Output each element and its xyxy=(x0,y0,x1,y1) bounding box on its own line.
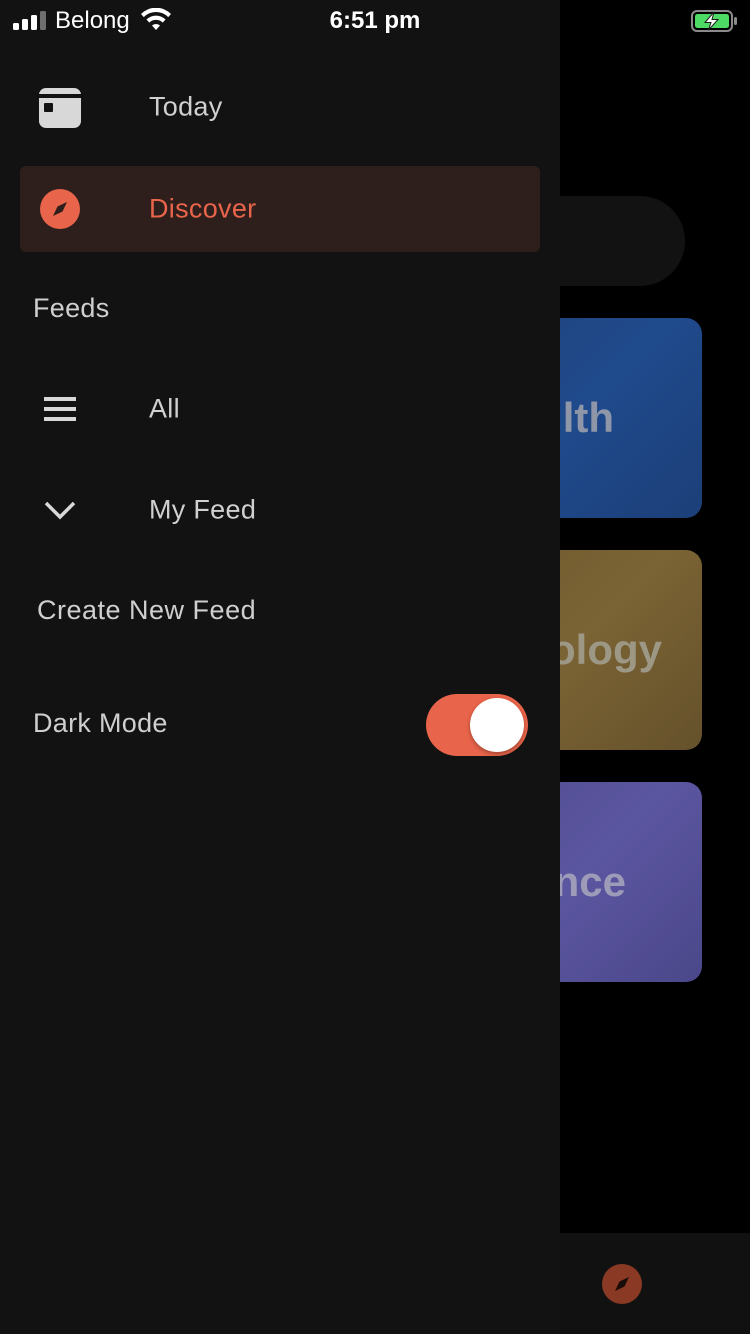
drawer-item-discover[interactable]: Discover xyxy=(20,166,540,252)
drawer-item-today[interactable]: Today xyxy=(20,64,540,150)
battery-charging-icon xyxy=(691,9,739,38)
feeds-section-heading: Feeds xyxy=(33,293,110,323)
drawer-item-my-feed[interactable]: My Feed xyxy=(20,467,540,553)
drawer-item-label: Today xyxy=(149,91,223,122)
navigation-drawer: Today Discover Feeds All My Feed Create … xyxy=(0,0,560,1334)
chevron-down-icon xyxy=(38,488,82,532)
toggle-knob xyxy=(470,698,524,752)
drawer-item-all[interactable]: All xyxy=(20,366,540,452)
menu-icon xyxy=(38,387,82,431)
drawer-item-label: All xyxy=(149,393,180,424)
dark-mode-label: Dark Mode xyxy=(33,708,168,738)
calendar-icon xyxy=(38,85,82,129)
discover-tab-compass-icon xyxy=(602,1264,642,1304)
dark-mode-toggle[interactable] xyxy=(426,694,528,756)
drawer-item-label: My Feed xyxy=(149,494,257,525)
compass-icon xyxy=(38,187,82,231)
status-time: 6:51 pm xyxy=(329,7,421,34)
status-bar: Belong 6:51 pm xyxy=(0,0,750,42)
create-new-feed-button[interactable]: Create New Feed xyxy=(37,595,256,626)
drawer-item-label: Discover xyxy=(149,193,257,224)
